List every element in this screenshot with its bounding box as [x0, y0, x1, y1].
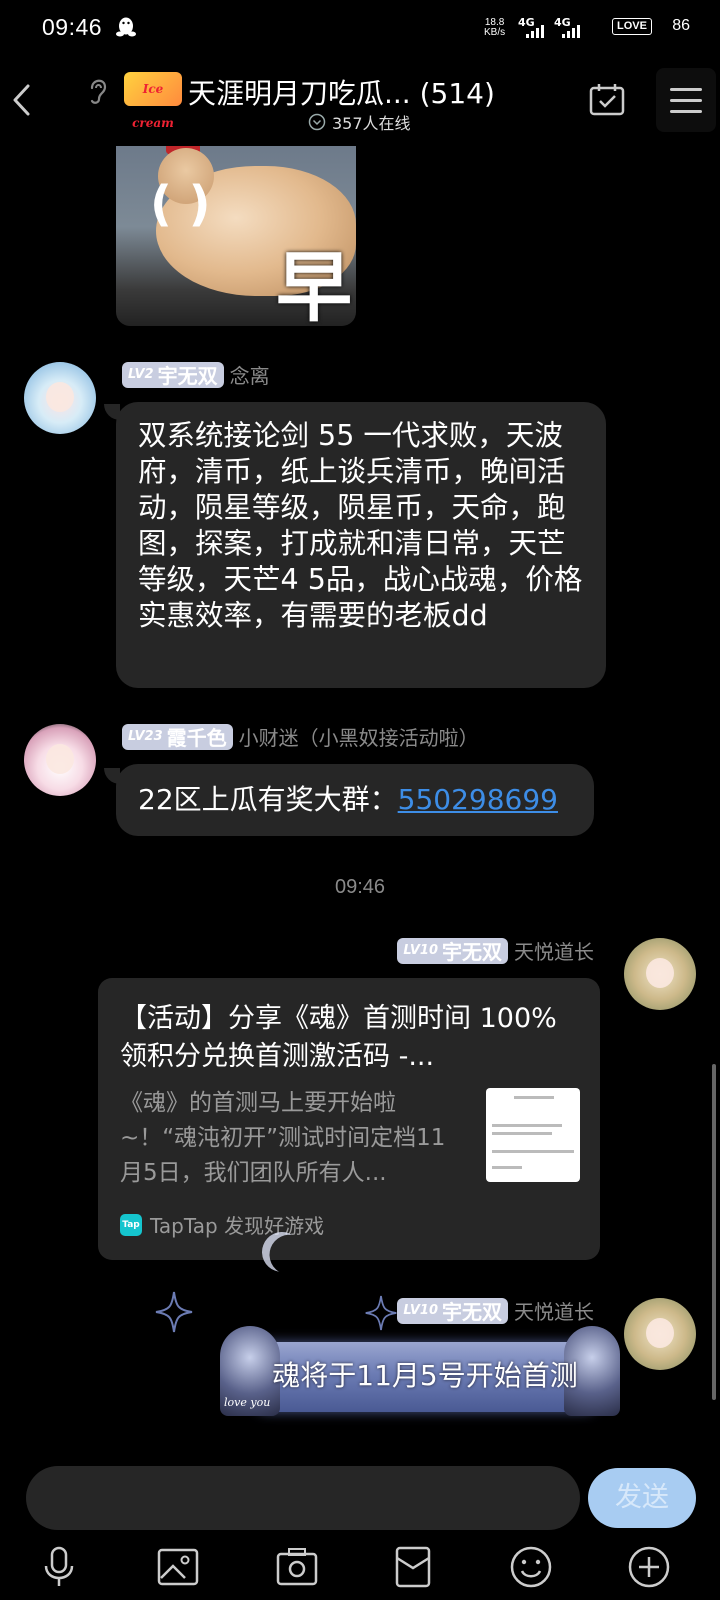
badge-title: 宇无双 — [157, 364, 218, 388]
signal-bars-icon — [526, 25, 544, 38]
thumb-line — [492, 1132, 552, 1135]
bubble-tail — [104, 768, 120, 784]
sparkle-icon — [155, 1291, 193, 1333]
sim2-signal: 4G — [554, 16, 584, 38]
battery-level: 86 — [672, 17, 690, 34]
avatar[interactable] — [624, 938, 696, 1010]
sender-info: LV10 宇无双 天悦道长 — [397, 936, 594, 965]
badge-level: LV10 — [403, 1303, 438, 1318]
online-count-text: 357人在线 — [332, 114, 411, 133]
chat-header: Ice cream 天涯明月刀吃瓜... (514) 357人在线 — [0, 60, 720, 140]
plus-icon[interactable] — [626, 1544, 672, 1590]
status-bar: 09:46 18.8 KB/s 4G 4G LOVE 86 — [0, 0, 720, 56]
sparkle-icon — [365, 1295, 397, 1331]
calendar-check-icon[interactable] — [588, 82, 626, 118]
send-button[interactable]: 发送 — [588, 1468, 696, 1528]
avatar[interactable] — [24, 724, 96, 796]
avatar[interactable] — [624, 1298, 696, 1370]
message-text: 魂将于11月5号开始首测 — [272, 1359, 578, 1392]
thumb-line — [492, 1166, 522, 1169]
input-toolbar — [0, 1536, 720, 1600]
message-timestamp: 09:46 — [334, 876, 386, 898]
microphone-icon[interactable] — [36, 1544, 82, 1590]
message-input[interactable] — [26, 1466, 580, 1530]
sender-nickname[interactable]: 天悦道长 — [514, 936, 594, 965]
menu-line — [670, 110, 702, 113]
sticker-text: 早 — [276, 243, 352, 326]
battery-icon: LOVE — [612, 18, 652, 35]
scrollbar[interactable] — [712, 1064, 716, 1400]
sim1-signal: 4G — [518, 16, 548, 38]
message-text: 双系统接论剑 55 一代求败，天波府，清币，纸上谈兵清币，晚间活动，陨星等级，陨… — [138, 419, 583, 632]
sender-nickname[interactable]: 小财迷（小黑奴接活动啦） — [239, 722, 479, 751]
sender-info: LV10 宇无双 天悦道长 — [397, 1296, 594, 1325]
avatar-face — [46, 382, 74, 412]
badge-title: 霞千色 — [166, 726, 227, 750]
card-title: 【活动】分享《魂》首测时间 100%领积分兑换首测激活码 -... — [120, 1003, 557, 1072]
level-badge: LV10 宇无双 — [397, 937, 508, 964]
status-time: 09:46 — [42, 14, 103, 40]
camera-icon[interactable] — [274, 1544, 320, 1590]
avatar-face — [646, 958, 674, 988]
bubble-caption: love you — [224, 1396, 271, 1409]
menu-line — [670, 99, 702, 102]
badge-title: 宇无双 — [442, 940, 502, 964]
group-number-link[interactable]: 550298699 — [398, 783, 558, 816]
red-packet-icon[interactable] — [390, 1544, 436, 1590]
badge-title: 宇无双 — [442, 1300, 502, 1324]
sticker-squiggle: ( ) — [150, 176, 211, 232]
message-text: 22区上瓜有奖大群： — [138, 783, 398, 816]
group-title[interactable]: 天涯明月刀吃瓜... (514) — [188, 72, 495, 112]
card-thumbnail — [486, 1088, 580, 1182]
decorated-message-bubble[interactable]: 魂将于11月5号开始首测 love you — [220, 1326, 620, 1418]
group-logo: Ice cream — [124, 72, 182, 130]
sender-info: LV23 霞千色 小财迷（小黑奴接活动啦） — [122, 722, 479, 751]
menu-button[interactable] — [656, 68, 716, 132]
message-bubble[interactable]: 22区上瓜有奖大群：550298699 — [116, 764, 594, 836]
sender-nickname[interactable]: 天悦道长 — [514, 1296, 594, 1325]
online-count[interactable]: 357人在线 — [308, 110, 411, 134]
level-badge: LV23 霞千色 — [122, 723, 233, 750]
avatar[interactable] — [24, 362, 96, 434]
battery-indicator: LOVE 86 — [612, 17, 690, 35]
bubble-tail — [104, 404, 120, 420]
badge-level: LV23 — [128, 729, 163, 744]
message-bubble[interactable]: 双系统接论剑 55 一代求败，天波府，清币，纸上谈兵清币，晚间活动，陨星等级，陨… — [116, 402, 606, 688]
thumb-line — [492, 1124, 562, 1127]
menu-line — [670, 88, 702, 91]
net-speed: 18.8 KB/s — [484, 18, 505, 38]
ear-mode-icon[interactable] — [86, 74, 110, 106]
avatar-face — [646, 1318, 674, 1348]
qq-penguin-icon — [116, 17, 136, 37]
sender-nickname[interactable]: 念离 — [230, 360, 270, 389]
share-card[interactable]: 【活动】分享《魂》首测时间 100%领积分兑换首测激活码 -... 《魂》的首测… — [98, 978, 600, 1260]
level-badge: LV10 宇无双 — [397, 1297, 508, 1324]
level-badge: LV2 宇无双 — [122, 361, 224, 388]
image-icon[interactable] — [155, 1544, 201, 1590]
taptap-logo-icon: Tap — [120, 1213, 142, 1236]
sticker-image[interactable]: ( ) 早 — [116, 146, 356, 326]
avatar-face — [46, 744, 74, 774]
thumb-line — [514, 1096, 554, 1099]
emoji-icon[interactable] — [508, 1544, 554, 1590]
card-description: 《魂》的首测马上要开始啦~！“魂沌初开”测试时间定档11月5日，我们团队所有人.… — [120, 1090, 446, 1186]
sender-info: LV2 宇无双 念离 — [122, 360, 270, 389]
chevron-down-circle-icon — [308, 113, 326, 131]
net-speed-unit: KB/s — [484, 27, 506, 38]
back-icon[interactable] — [10, 82, 34, 118]
signal-bars-icon — [562, 25, 580, 38]
thumb-line — [492, 1150, 574, 1153]
card-source-text: TapTap 发现好游戏 — [150, 1214, 325, 1238]
badge-level: LV10 — [403, 943, 438, 958]
badge-level: LV2 — [128, 367, 154, 382]
